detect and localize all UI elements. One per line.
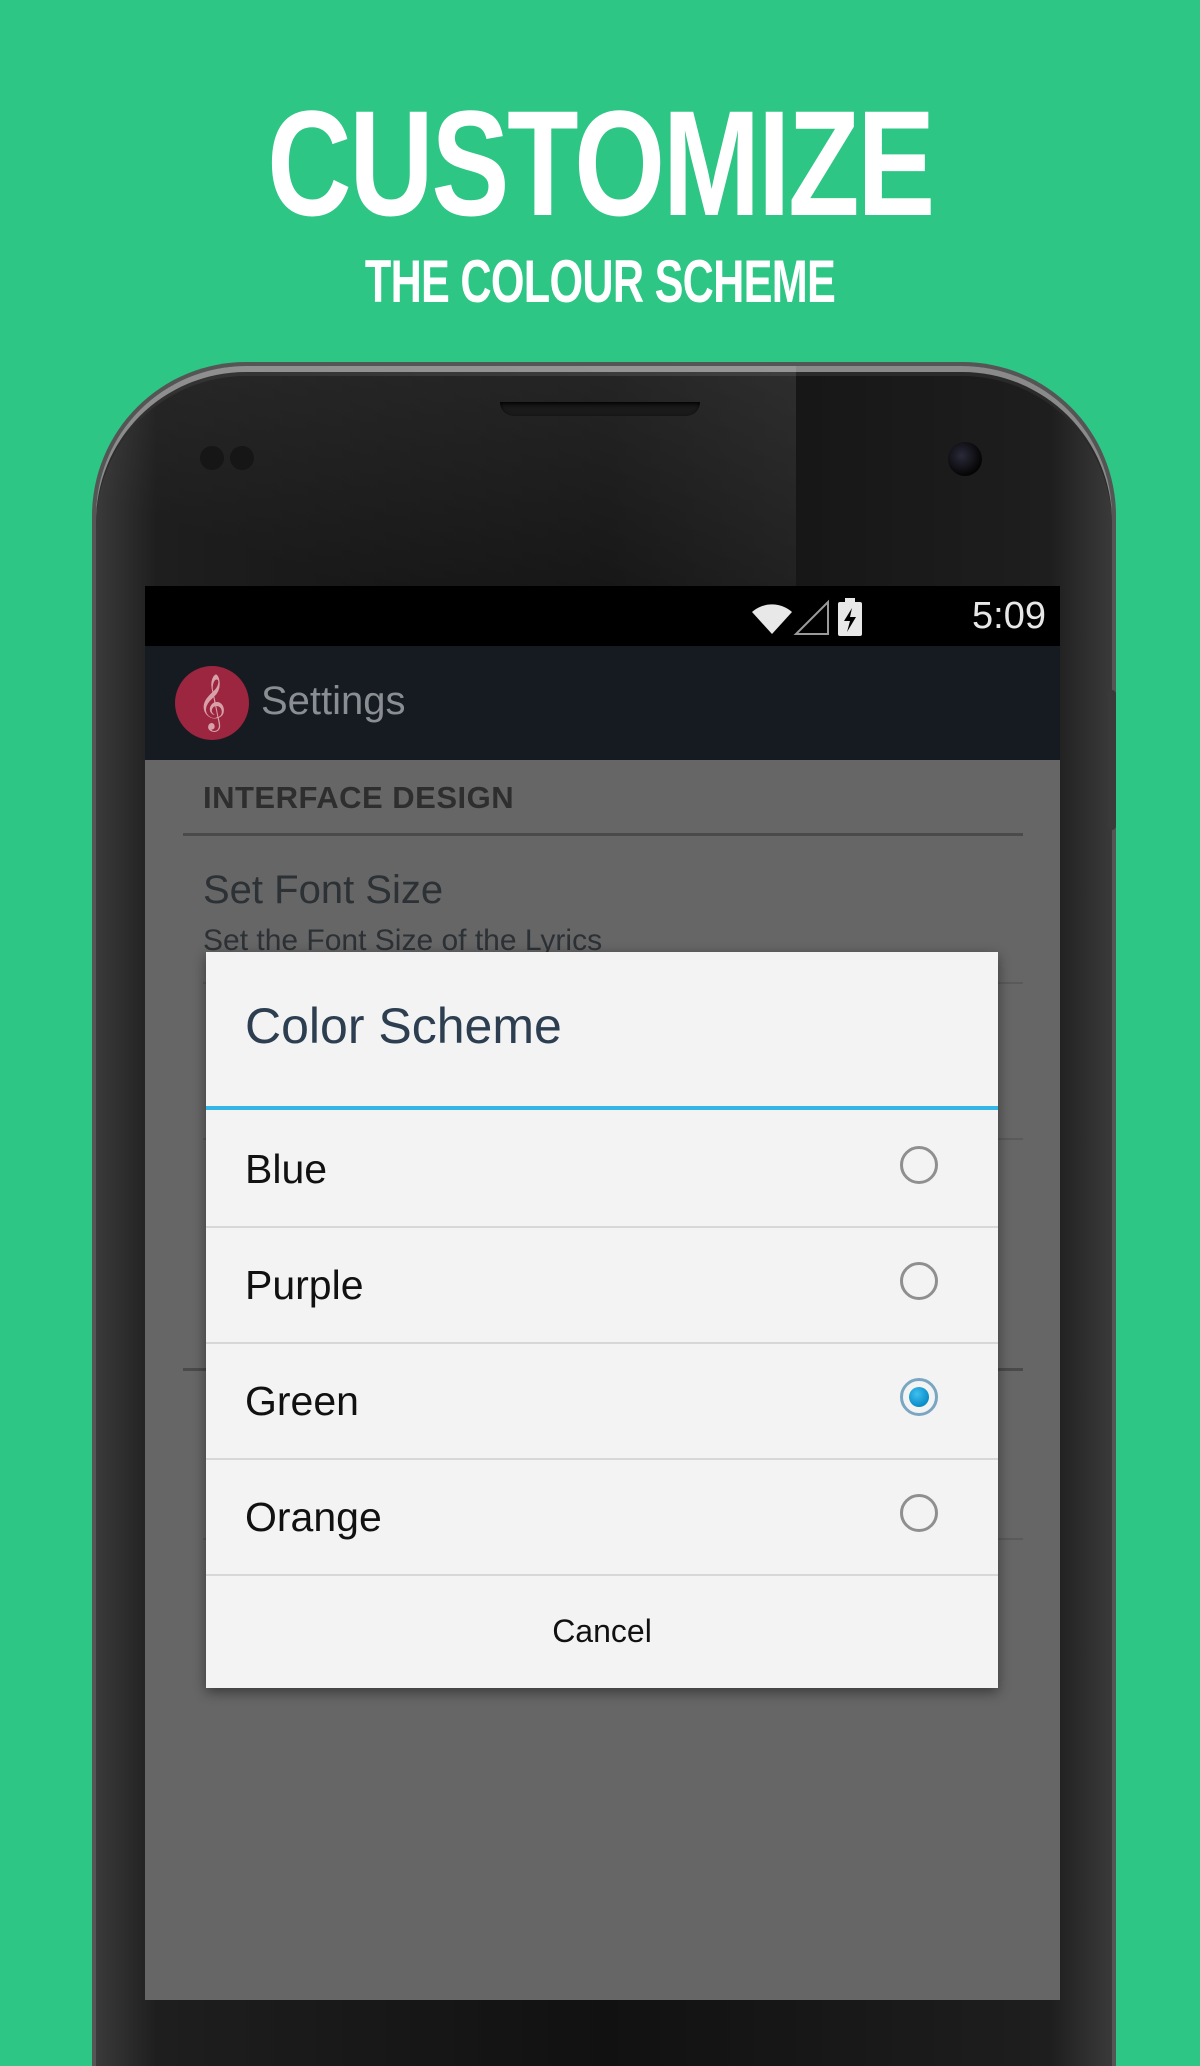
phone-earpiece [500,402,700,416]
dialog-title: Color Scheme [245,998,562,1054]
phone-side-button [1108,690,1116,830]
option-purple[interactable]: Purple [206,1226,998,1344]
pref-font-size-title[interactable]: Set Font Size [203,868,443,913]
action-bar: 𝄞 Settings [145,646,1060,760]
wifi-icon [752,604,792,634]
promo-subtitle: THE COLOUR SCHEME [364,248,836,315]
radio-button[interactable] [900,1146,938,1184]
section-header: INTERFACE DESIGN [203,780,515,815]
status-time: 5:09 [972,595,1046,637]
color-scheme-dialog: Color Scheme Blue Purple Green Orange Ca… [206,952,998,1688]
status-bar: 5:09 [145,586,1060,646]
option-label: Green [245,1378,359,1424]
option-orange[interactable]: Orange [206,1458,998,1576]
radio-dot [909,1387,929,1407]
option-label: Orange [245,1494,382,1540]
page-title: Settings [261,679,406,723]
option-blue[interactable]: Blue [206,1110,998,1228]
option-label: Purple [245,1262,364,1308]
radio-button[interactable] [900,1494,938,1532]
status-icons [752,598,862,636]
cancel-button[interactable]: Cancel [206,1574,998,1688]
treble-clef-icon[interactable]: 𝄞 [175,666,249,740]
front-camera [948,442,982,476]
option-green[interactable]: Green [206,1342,998,1460]
battery-charging-icon [838,598,862,636]
promo-title: CUSTOMIZE [267,79,935,247]
phone-sensors [200,446,260,470]
radio-button[interactable] [900,1262,938,1300]
signal-icon [793,599,829,635]
section-divider [183,833,1023,836]
option-label: Blue [245,1146,328,1192]
radio-button-checked[interactable] [900,1378,938,1416]
